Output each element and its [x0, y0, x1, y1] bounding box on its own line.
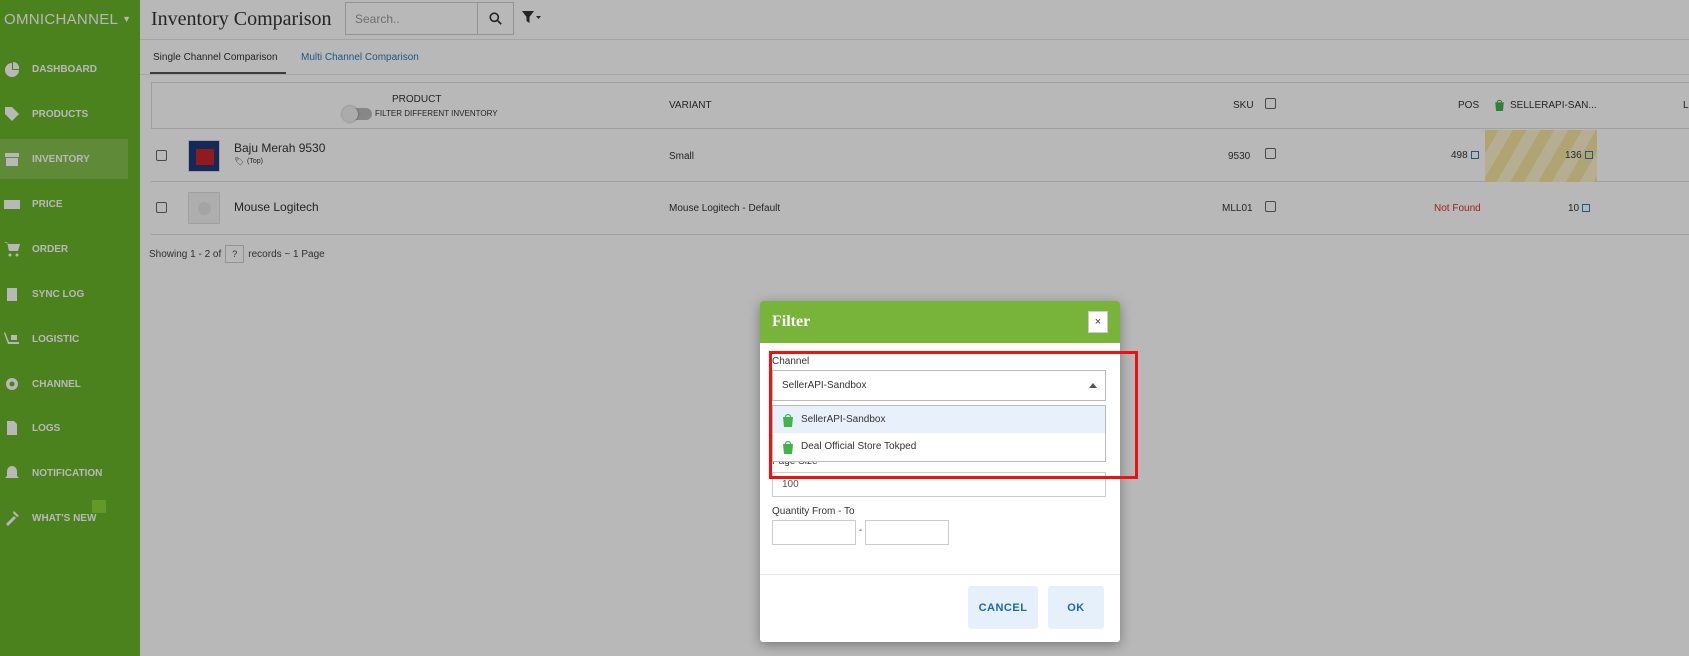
modal-title: Filter [772, 313, 811, 330]
annotation-highlight [769, 351, 1138, 479]
quantity-label: Quantity From - To [772, 506, 855, 517]
quantity-from-input[interactable] [772, 520, 856, 545]
quantity-separator: - [859, 525, 863, 536]
cancel-button[interactable]: CANCEL [968, 586, 1038, 629]
modal-header: Filter × [760, 301, 1120, 343]
close-button[interactable]: × [1088, 311, 1108, 333]
modal-divider [760, 574, 1120, 575]
ok-button[interactable]: OK [1048, 586, 1104, 629]
close-icon: × [1094, 316, 1102, 328]
quantity-to-input[interactable] [865, 520, 949, 545]
